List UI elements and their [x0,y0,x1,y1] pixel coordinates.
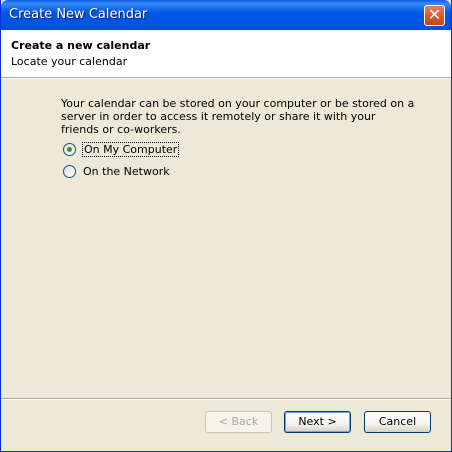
back-button[interactable]: < Back [205,411,272,433]
title-bar[interactable]: Create New Calendar ✕ [1,0,451,30]
page-subtitle: Locate your calendar [11,55,128,68]
close-icon: ✕ [427,5,442,24]
cancel-button[interactable]: Cancel [364,411,431,433]
option-label[interactable]: On the Network [82,165,171,178]
wizard-header: Create a new calendar Locate your calend… [1,30,451,78]
dialog-window: Create New Calendar ✕ Create a new calen… [0,0,452,452]
page-title: Create a new calendar [11,39,151,52]
option-label[interactable]: On My Computer [82,141,180,157]
window-title: Create New Calendar [9,7,148,22]
description-text: Your calendar can be stored on your comp… [61,97,415,136]
option-on-the-network[interactable]: On the Network [63,163,171,179]
next-button[interactable]: Next > [284,411,351,433]
radio-on-my-computer[interactable] [63,142,76,156]
radio-on-the-network[interactable] [63,164,76,178]
header-divider [1,78,451,79]
option-on-my-computer[interactable]: On My Computer [63,141,180,157]
close-button[interactable]: ✕ [424,5,445,26]
footer-divider [1,398,451,400]
